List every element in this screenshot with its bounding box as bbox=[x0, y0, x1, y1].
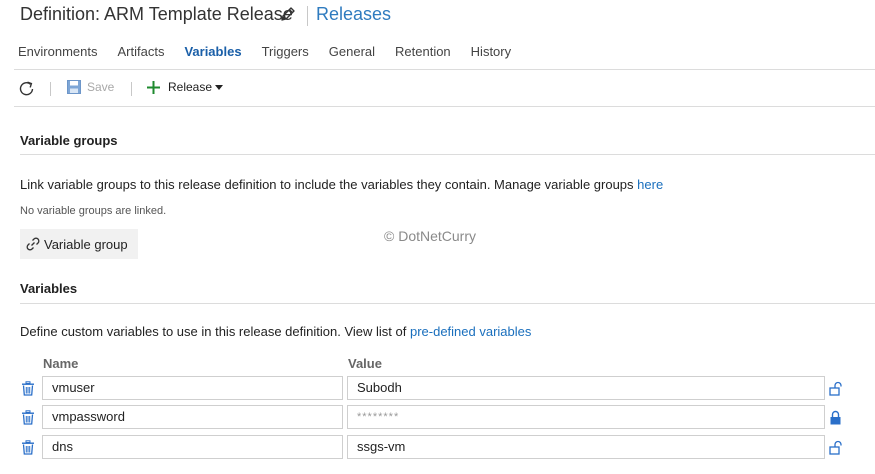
tab-variables[interactable]: Variables bbox=[184, 44, 241, 59]
toolbar-separator bbox=[131, 82, 132, 96]
variable-name-input[interactable]: vmpassword bbox=[42, 405, 343, 429]
add-variable-group-button[interactable]: Variable group bbox=[20, 229, 138, 259]
save-icon bbox=[67, 80, 81, 94]
variable-groups-heading: Variable groups bbox=[20, 133, 118, 148]
tab-environments[interactable]: Environments bbox=[18, 44, 97, 59]
variable-groups-description-text: Link variable groups to this release def… bbox=[20, 177, 638, 192]
value-column-header: Value bbox=[348, 356, 382, 371]
name-column-header: Name bbox=[43, 356, 79, 371]
toolbar-separator bbox=[50, 82, 51, 96]
section-divider bbox=[20, 303, 875, 304]
variable-value-input[interactable]: ssgs-vm bbox=[347, 435, 825, 459]
unlock-icon[interactable] bbox=[829, 381, 842, 396]
link-icon bbox=[26, 237, 40, 251]
variable-name-input[interactable]: dns bbox=[42, 435, 343, 459]
pencil-icon[interactable] bbox=[280, 6, 296, 22]
plus-icon bbox=[147, 80, 160, 94]
title-divider bbox=[307, 6, 308, 26]
save-button[interactable]: Save bbox=[67, 80, 114, 94]
save-label: Save bbox=[87, 80, 115, 94]
watermark: © DotNetCurry bbox=[384, 228, 476, 244]
variable-name-input[interactable]: vmuser bbox=[42, 376, 343, 400]
variables-heading: Variables bbox=[20, 281, 78, 296]
unlock-icon[interactable] bbox=[829, 440, 842, 455]
add-variable-group-label: Variable group bbox=[44, 236, 128, 252]
tab-triggers[interactable]: Triggers bbox=[262, 44, 309, 59]
predefined-variables-link[interactable]: pre-defined variables bbox=[410, 324, 531, 339]
manage-variable-groups-link[interactable]: here bbox=[637, 177, 663, 192]
trash-icon[interactable] bbox=[21, 440, 35, 455]
variable-groups-description: Link variable groups to this release def… bbox=[20, 177, 663, 192]
section-divider bbox=[20, 154, 875, 155]
trash-icon[interactable] bbox=[21, 381, 35, 396]
release-dropdown-button[interactable]: Release bbox=[147, 80, 224, 94]
lock-icon[interactable] bbox=[829, 410, 842, 425]
release-label: Release bbox=[168, 80, 213, 94]
chevron-down-icon bbox=[215, 84, 224, 90]
trash-icon[interactable] bbox=[21, 410, 35, 425]
secret-value-input[interactable]: ******** bbox=[347, 405, 825, 429]
tab-history[interactable]: History bbox=[471, 44, 511, 59]
variables-description-text: Define custom variables to use in this r… bbox=[20, 324, 410, 339]
refresh-icon[interactable] bbox=[18, 80, 35, 97]
page-title: Definition: ARM Template Release bbox=[20, 4, 293, 24]
variables-description: Define custom variables to use in this r… bbox=[20, 324, 531, 339]
tab-artifacts[interactable]: Artifacts bbox=[117, 44, 164, 59]
tab-general[interactable]: General bbox=[329, 44, 375, 59]
empty-groups-note: No variable groups are linked. bbox=[20, 205, 167, 217]
tabs-divider bbox=[14, 69, 875, 70]
variable-value-input[interactable]: Subodh bbox=[347, 376, 825, 400]
releases-link[interactable]: Releases bbox=[316, 4, 391, 25]
toolbar-divider bbox=[14, 106, 875, 107]
tab-retention[interactable]: Retention bbox=[395, 44, 451, 59]
tab-bar: Environments Artifacts Variables Trigger… bbox=[18, 44, 531, 59]
